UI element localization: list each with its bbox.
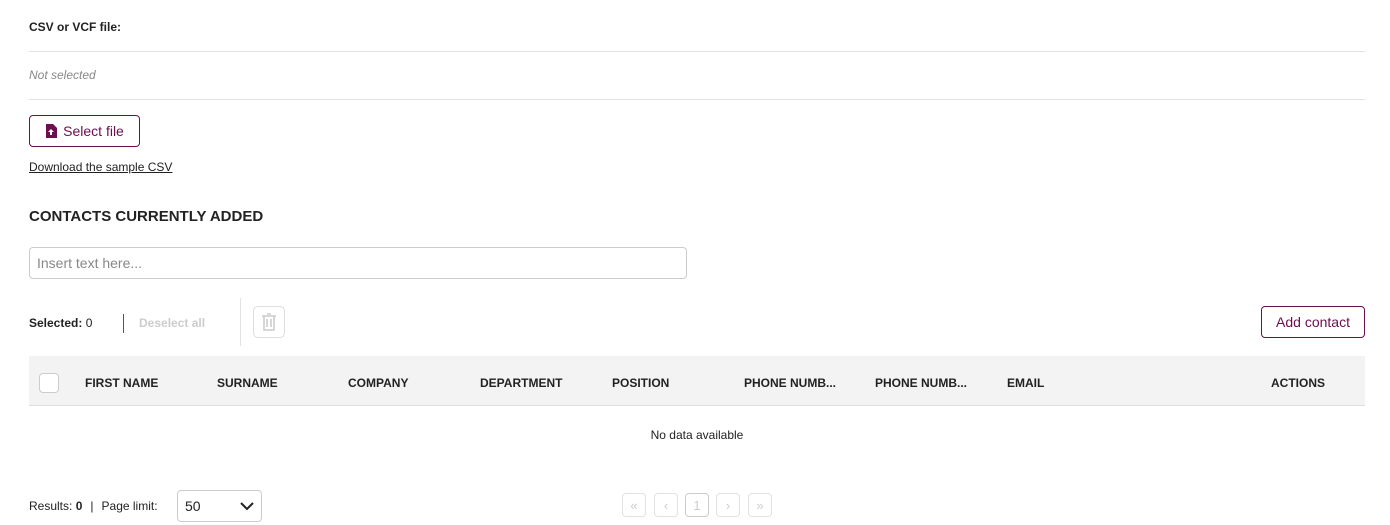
- column-department[interactable]: DEPARTMENT: [480, 376, 562, 390]
- download-sample-link[interactable]: Download the sample CSV: [29, 160, 172, 174]
- deselect-all-button[interactable]: Deselect all: [139, 316, 205, 330]
- select-file-button[interactable]: Select file: [29, 115, 140, 147]
- results-label: Results: 0: [29, 499, 83, 513]
- column-phone-2[interactable]: PHONE NUMB...: [875, 376, 967, 390]
- file-label: CSV or VCF file:: [29, 20, 122, 34]
- select-file-label: Select file: [63, 123, 124, 139]
- selected-label: Selected:: [29, 316, 83, 330]
- column-company[interactable]: COMPANY: [348, 376, 408, 390]
- next-page-button[interactable]: ›: [716, 493, 740, 517]
- divider: [29, 51, 1365, 52]
- column-actions: ACTIONS: [1271, 376, 1325, 390]
- delete-button[interactable]: [253, 306, 285, 338]
- chevron-down-icon: [240, 501, 254, 510]
- results-info: Results: 0 | Page limit:: [29, 499, 158, 513]
- selected-count: Selected: 0: [29, 316, 92, 330]
- file-status: Not selected: [29, 68, 96, 82]
- column-email[interactable]: EMAIL: [1007, 376, 1044, 390]
- table-header: FIRST NAME SURNAME COMPANY DEPARTMENT PO…: [29, 356, 1365, 406]
- divider: [29, 99, 1365, 100]
- trash-icon: [262, 313, 276, 331]
- first-page-button[interactable]: «: [622, 493, 646, 517]
- page-1-button[interactable]: 1: [685, 493, 709, 517]
- section-title: CONTACTS CURRENTLY ADDED: [29, 208, 264, 225]
- column-phone-1[interactable]: PHONE NUMB...: [744, 376, 836, 390]
- page-limit-value: 50: [185, 498, 201, 514]
- file-upload-icon: [46, 124, 58, 138]
- divider: [123, 314, 124, 333]
- select-all-checkbox[interactable]: [39, 373, 59, 393]
- page-limit-select[interactable]: 50: [177, 490, 262, 522]
- column-surname[interactable]: SURNAME: [217, 376, 278, 390]
- selected-value: 0: [85, 316, 93, 330]
- empty-message: No data available: [650, 428, 744, 442]
- divider: [240, 298, 241, 346]
- page-limit-label: Page limit:: [101, 499, 158, 513]
- column-position[interactable]: POSITION: [612, 376, 669, 390]
- last-page-button[interactable]: »: [748, 493, 772, 517]
- prev-page-button[interactable]: ‹: [654, 493, 678, 517]
- column-first-name[interactable]: FIRST NAME: [85, 376, 158, 390]
- divider: |: [90, 499, 94, 513]
- search-input[interactable]: [29, 247, 687, 279]
- add-contact-button[interactable]: Add contact: [1261, 306, 1365, 338]
